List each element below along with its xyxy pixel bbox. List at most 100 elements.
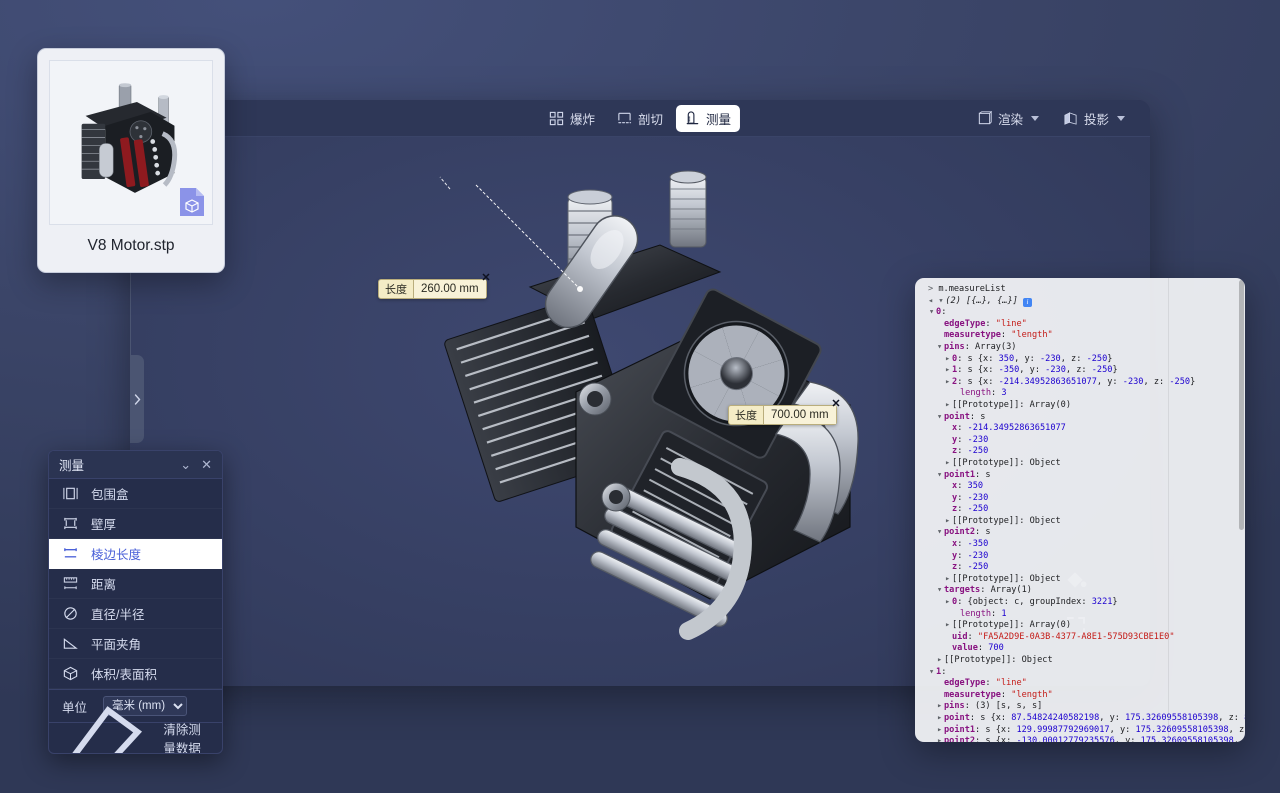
devtools-console[interactable]: > m.measureList◂ (2) [{…}, {…}] i0:edgeT… bbox=[915, 278, 1245, 742]
console-token: "line" bbox=[995, 678, 1027, 689]
measure-callout[interactable]: 长度 700.00 mm ✕ bbox=[728, 399, 841, 425]
triangle-down-icon[interactable] bbox=[937, 585, 944, 597]
info-badge-icon[interactable]: i bbox=[1022, 297, 1032, 307]
console-token: [[Prototype]]: Object bbox=[952, 515, 1061, 526]
console-token: -214.34952863651077 bbox=[967, 423, 1066, 434]
console-token: 350 bbox=[998, 353, 1015, 364]
triangle-right-icon[interactable] bbox=[937, 713, 944, 725]
console-line: y: -230 bbox=[921, 551, 1241, 563]
measure-icon bbox=[686, 110, 699, 124]
measure-item-plane-angle[interactable]: 平面夹角 bbox=[49, 629, 222, 659]
console-token: -230 bbox=[1045, 365, 1066, 376]
toolbar-explode-button[interactable]: 爆炸 bbox=[540, 105, 604, 132]
clear-measurements-label: 清除测量数据 bbox=[163, 723, 201, 754]
console-token: , y: bbox=[1109, 724, 1136, 735]
triangle-right-icon[interactable] bbox=[945, 354, 952, 366]
chevron-down-icon[interactable]: ⌄ bbox=[180, 457, 191, 473]
console-token: point1 bbox=[944, 724, 976, 735]
measure-item-bounding-box[interactable]: 包围盒 bbox=[49, 479, 222, 509]
close-icon[interactable]: ✕ bbox=[201, 457, 212, 473]
console-token: , y: bbox=[1096, 376, 1123, 387]
toolbar-projection-label: 投影 bbox=[1083, 112, 1109, 127]
console-token: 1 bbox=[1001, 608, 1007, 619]
measure-item-distance[interactable]: 距离 bbox=[49, 569, 222, 599]
measure-item-diameter-radius[interactable]: 直径/半径 bbox=[49, 599, 222, 629]
measure-item-wall-thickness[interactable]: 壁厚 bbox=[49, 509, 222, 539]
file-card[interactable]: V8 Motor.stp bbox=[37, 48, 225, 273]
console-token: m.measureList bbox=[938, 284, 1006, 294]
console-token: ◂ bbox=[928, 295, 939, 306]
console-token: -230 bbox=[967, 434, 989, 445]
console-token: : bbox=[941, 666, 947, 677]
close-icon[interactable]: ✕ bbox=[831, 399, 840, 410]
triangle-right-icon[interactable] bbox=[937, 736, 944, 742]
toolbar-section-button[interactable]: 剖切 bbox=[608, 105, 672, 132]
console-line: pins: (3) [s, s, s] bbox=[921, 701, 1241, 713]
console-token: 350 bbox=[967, 481, 984, 492]
toolbar-measure-button[interactable]: 测量 bbox=[676, 104, 741, 132]
triangle-right-icon[interactable] bbox=[945, 516, 952, 528]
triangle-right-icon[interactable] bbox=[937, 701, 944, 713]
console-scrollbar[interactable] bbox=[1239, 280, 1244, 530]
sidebar-expand-handle[interactable] bbox=[130, 355, 144, 443]
console-token: : s {x: bbox=[957, 365, 999, 376]
console-line: [[Prototype]]: Array(0) bbox=[921, 620, 1241, 632]
console-line: ◂ (2) [{…}, {…}] i bbox=[921, 296, 1241, 308]
console-token: 87.54824240582198 bbox=[1011, 712, 1100, 723]
console-token: : bbox=[1000, 330, 1012, 341]
console-token: : bbox=[957, 504, 968, 515]
triangle-right-icon[interactable] bbox=[937, 655, 944, 667]
console-token: : s {x: bbox=[975, 736, 1017, 742]
measure-item-label: 平面夹角 bbox=[91, 638, 142, 652]
console-token: -230 bbox=[1122, 376, 1144, 387]
triangle-right-icon[interactable] bbox=[945, 458, 952, 470]
console-token: : s {x: bbox=[957, 376, 999, 387]
console-line: 0: s {x: 350, y: -230, z: -250} bbox=[921, 354, 1241, 366]
triangle-down-icon[interactable] bbox=[937, 470, 944, 482]
console-token: , y: bbox=[1114, 736, 1141, 742]
console-line: [[Prototype]]: Array(0) bbox=[921, 400, 1241, 412]
measure-item-volume-area[interactable]: 体积/表面积 bbox=[49, 659, 222, 689]
console-token: , z: bbox=[1065, 365, 1092, 376]
console-line: z: -250 bbox=[921, 562, 1241, 574]
eraser-icon bbox=[69, 706, 143, 753]
triangle-down-icon[interactable] bbox=[937, 412, 944, 424]
triangle-down-icon[interactable] bbox=[937, 342, 944, 354]
console-token: "line" bbox=[995, 318, 1027, 329]
console-token: 848.4999 bbox=[1244, 713, 1245, 723]
toolbar-render-button[interactable]: 渲染 bbox=[968, 105, 1048, 132]
console-line: point1: s {x: 129.99987792969017, y: 175… bbox=[921, 724, 1245, 737]
console-token: pins bbox=[944, 701, 965, 712]
console-token: : s bbox=[975, 527, 991, 538]
measure-item-edge-length[interactable]: 棱边长度 bbox=[49, 539, 222, 569]
console-token: : Array(3) bbox=[964, 341, 1017, 352]
close-icon[interactable]: ✕ bbox=[481, 273, 490, 284]
console-token: : bbox=[957, 562, 968, 573]
toolbar-projection-button[interactable]: 投影 bbox=[1054, 105, 1134, 132]
triangle-down-icon[interactable] bbox=[929, 307, 936, 319]
triangle-down-icon[interactable] bbox=[937, 527, 944, 539]
triangle-right-icon[interactable] bbox=[945, 597, 952, 609]
console-line: z: -250 bbox=[921, 446, 1241, 458]
measure-callout[interactable]: 长度 260.00 mm ✕ bbox=[378, 273, 491, 299]
console-token: } bbox=[1112, 597, 1118, 608]
diameter-icon bbox=[64, 607, 77, 620]
clear-measurements-button[interactable]: 清除测量数据 bbox=[49, 706, 222, 753]
triangle-right-icon[interactable] bbox=[945, 377, 952, 389]
measure-panel: 测量 ⌄ ✕ 包围盒 壁厚 棱边长度 距离 直径/半径 平面夹角 体积/表面积 … bbox=[48, 450, 223, 754]
console-token: point bbox=[944, 411, 970, 422]
chevron-right-icon bbox=[134, 393, 140, 405]
measure-item-label: 壁厚 bbox=[91, 518, 117, 532]
console-token: : s {x: bbox=[975, 724, 1017, 735]
console-token: edgeType bbox=[944, 678, 986, 689]
triangle-right-icon[interactable] bbox=[945, 620, 952, 632]
triangle-right-icon[interactable] bbox=[945, 574, 952, 586]
triangle-right-icon[interactable] bbox=[937, 725, 944, 737]
console-token: measuretype bbox=[944, 330, 1001, 341]
triangle-right-icon[interactable] bbox=[945, 365, 952, 377]
console-token: > bbox=[928, 284, 939, 294]
triangle-down-icon[interactable] bbox=[929, 667, 936, 679]
console-token: point bbox=[944, 712, 970, 723]
toolbar-right-group: 渲染 投影 bbox=[968, 105, 1134, 132]
triangle-right-icon[interactable] bbox=[945, 400, 952, 412]
